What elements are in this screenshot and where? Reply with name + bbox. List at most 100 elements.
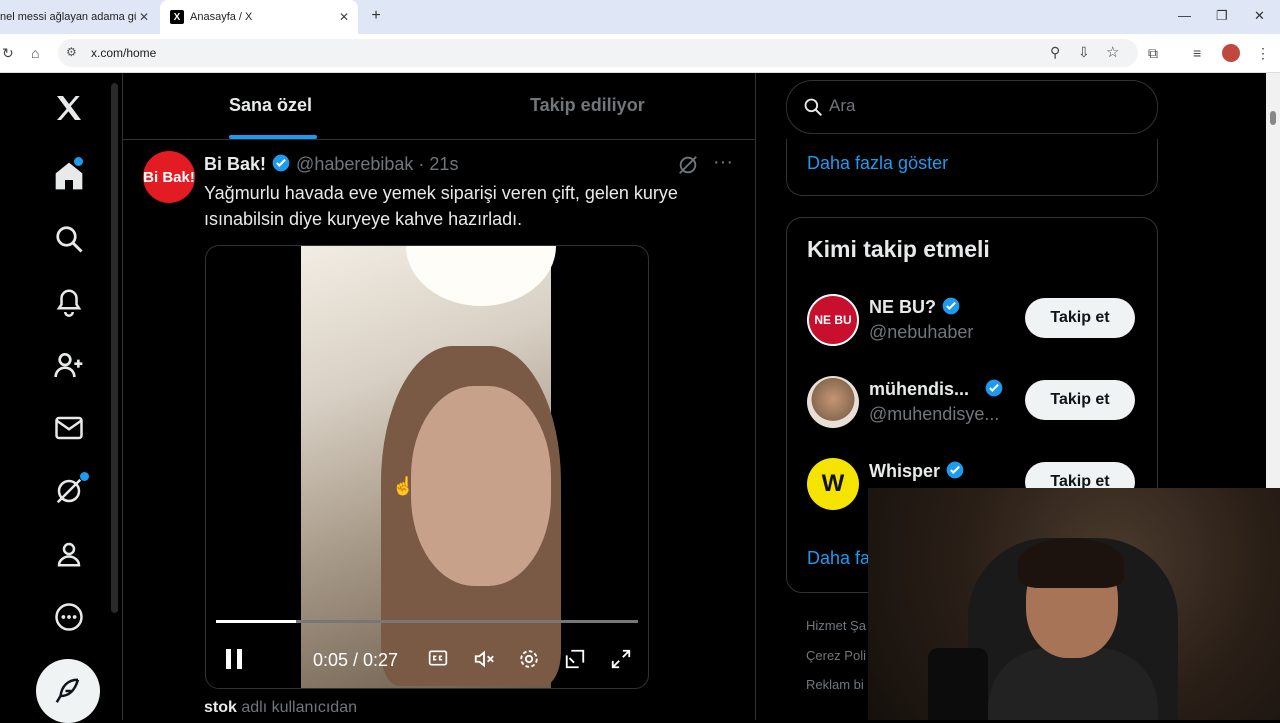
suggestion-row[interactable]: NE BU NE BU? @nebuhaber Takip et (807, 294, 1147, 354)
avatar-text: W (821, 470, 845, 497)
suggestion-name[interactable]: NE BU? (869, 296, 961, 318)
search-icon (804, 98, 823, 117)
tab-title: nel messi ağlayan adama gül (0, 11, 136, 23)
close-icon[interactable]: ✕ (136, 10, 152, 24)
suggestion-name-text: mühendis... (869, 379, 970, 399)
suggestion-handle: @nebuhaber (869, 322, 974, 342)
grok-icon[interactable] (50, 472, 89, 510)
video-time: 0:05 / 0:27 (313, 650, 399, 670)
avatar-text: Bi Bak! (143, 168, 195, 186)
extensions-icon[interactable]: ⧉ (1148, 45, 1158, 62)
suggestion-name-text: NE BU? (869, 297, 936, 317)
captions-icon[interactable] (428, 648, 448, 673)
follow-button[interactable]: Takip et (1025, 298, 1135, 338)
settings-gear-icon[interactable] (518, 648, 540, 675)
tab-for-you[interactable]: Sana özel (229, 95, 312, 116)
restore-icon[interactable]: ❐ (1216, 8, 1228, 24)
address-bar[interactable]: ⚙ x.com/home ⚲ ⇩ ☆ (58, 39, 1138, 67)
tweet-author[interactable]: Bi Bak! (204, 154, 266, 174)
avatar[interactable]: NE BU (807, 294, 859, 346)
suggestion-name-text: Whisper (869, 461, 941, 481)
x-logo-icon: X (170, 10, 184, 24)
show-more-link[interactable]: Daha fa (807, 548, 870, 569)
add-user-icon[interactable] (50, 346, 88, 384)
x-logo-icon[interactable] (50, 89, 88, 127)
retweet-note-text: adlı kullanıcıdan (236, 699, 357, 716)
zoom-icon[interactable]: ⚲ (1050, 44, 1060, 61)
mute-icon[interactable] (472, 648, 496, 675)
microphone (928, 648, 988, 720)
tweet-header: Bi Bak! @haberebibak · 21s (204, 153, 458, 175)
avatar-text: NE BU (814, 313, 852, 327)
avatar[interactable]: Bi Bak! (143, 151, 195, 203)
verified-icon (985, 379, 1003, 397)
verified-icon (946, 461, 964, 479)
browser-tab-bar: nel messi ağlayan adama gül ✕ X Anasayfa… (0, 0, 1280, 34)
retweet-user[interactable]: stok (204, 699, 237, 716)
mouse-cursor-icon: ☝ (392, 476, 415, 496)
section-title: Kimi takip etmeli (807, 236, 990, 262)
window-close-icon[interactable]: ✕ (1254, 8, 1265, 24)
footer-link-ads[interactable]: Reklam bi (806, 677, 864, 692)
suggestion-name[interactable]: Whisper (869, 460, 965, 482)
tweet-handle[interactable]: @haberebibak (296, 154, 413, 174)
search-icon[interactable] (50, 220, 88, 258)
mail-icon[interactable] (50, 409, 88, 447)
video-lamp (406, 246, 556, 306)
video-face (411, 386, 551, 586)
tab-title: Anasayfa / X (190, 11, 253, 23)
notification-dot (74, 157, 83, 166)
scrollbar-thumb[interactable] (1270, 111, 1276, 125)
media-icon[interactable]: ≡ (1193, 45, 1201, 61)
person-body (988, 648, 1158, 720)
scrollbar[interactable] (111, 83, 118, 613)
search-input[interactable]: Ara (786, 80, 1158, 134)
home-icon[interactable]: ⌂ (31, 45, 39, 61)
grok-icon[interactable] (677, 154, 699, 176)
footer-link-cookies[interactable]: Çerez Poli (806, 648, 866, 663)
tweet-time[interactable]: · 21s (418, 154, 458, 174)
main-feed: Sana özel Takip ediliyor Bi Bak! Bi Bak!… (122, 73, 756, 720)
home-icon[interactable] (50, 157, 88, 195)
profile-avatar[interactable] (1222, 44, 1240, 62)
video-progress-fill (216, 620, 297, 623)
browser-tab-active[interactable]: X Anasayfa / X ✕ (160, 0, 358, 34)
browser-toolbar: ↻ ⌂ ⚙ x.com/home ⚲ ⇩ ☆ ⧉ ≡ ⋮ (0, 34, 1280, 73)
minimize-icon[interactable]: — (1178, 8, 1191, 23)
browser-tab[interactable]: nel messi ağlayan adama gül ✕ (0, 0, 158, 34)
video-progress-bar[interactable] (216, 620, 638, 623)
suggestion-row[interactable]: mühendis... @muhendisye... Takip et (807, 376, 1147, 436)
notification-dot (80, 472, 89, 481)
site-settings-icon[interactable]: ⚙ (66, 45, 77, 59)
avatar[interactable] (807, 376, 859, 428)
retweet-note: stok adlı kullanıcıdan (204, 699, 357, 717)
person-hair (1018, 538, 1124, 588)
menu-icon[interactable]: ⋮ (1256, 45, 1270, 62)
more-icon[interactable] (50, 598, 88, 636)
avatar[interactable]: W (807, 458, 859, 510)
install-icon[interactable]: ⇩ (1078, 44, 1090, 61)
profile-icon[interactable] (50, 535, 88, 573)
pause-icon[interactable] (224, 648, 244, 675)
show-more-link[interactable]: Daha fazla göster (807, 153, 948, 174)
active-tab-indicator (229, 135, 317, 139)
video-player[interactable]: 0:05 / 0:27 (205, 245, 649, 689)
tab-following[interactable]: Takip ediliyor (530, 95, 645, 116)
tweet-text: Yağmurlu havada eve yemek siparişi veren… (204, 183, 678, 229)
fullscreen-icon[interactable] (610, 648, 632, 675)
follow-button[interactable]: Takip et (1025, 380, 1135, 420)
url-text: x.com/home (91, 46, 157, 60)
picture-in-picture-icon[interactable] (564, 648, 586, 675)
trends-box: Daha fazla göster (786, 139, 1158, 196)
footer-link-terms[interactable]: Hizmet Şa (806, 618, 866, 633)
new-tab-icon[interactable]: + (368, 7, 384, 25)
reload-icon[interactable]: ↻ (2, 45, 14, 62)
suggestion-handle: @muhendisye... (869, 404, 1000, 424)
bell-icon[interactable] (50, 283, 88, 321)
bookmark-star-icon[interactable]: ☆ (1106, 43, 1119, 61)
search-placeholder: Ara (829, 96, 856, 115)
more-options-icon[interactable]: ··· (713, 151, 733, 174)
post-button[interactable] (36, 659, 100, 723)
close-icon[interactable]: ✕ (336, 10, 352, 24)
suggestion-name[interactable]: mühendis... (869, 378, 1004, 400)
